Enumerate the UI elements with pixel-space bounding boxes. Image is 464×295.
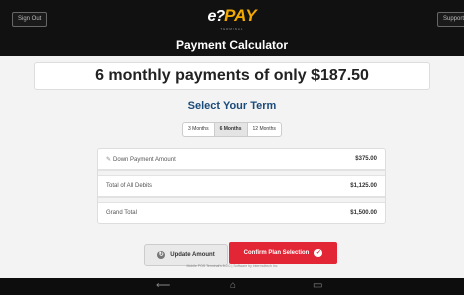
row-label: Grand Total xyxy=(106,210,137,216)
top-bar: Sign Out e?PAY TERMINAL Support Payment … xyxy=(0,0,464,56)
payment-summary: 6 monthly payments of only $187.50 xyxy=(34,62,430,90)
logo-subtitle: TERMINAL xyxy=(220,27,244,31)
table-row-grand-total: Grand Total $1,500.00 xyxy=(98,203,385,223)
confirm-plan-button[interactable]: Confirm Plan Selection ✓ xyxy=(229,242,337,264)
table-row-down-payment[interactable]: ✎ Down Payment Amount $375.00 xyxy=(98,149,385,170)
term-option-12-months[interactable]: 12 Months xyxy=(248,123,281,136)
confirm-plan-label: Confirm Plan Selection xyxy=(243,250,310,256)
support-button[interactable]: Support xyxy=(436,12,464,27)
term-title: Select Your Term xyxy=(187,100,277,112)
footer-text: Mobile POS Terminal's 5.0.0 | Software b… xyxy=(186,264,278,268)
row-label: Total of All Debits xyxy=(106,183,153,189)
update-amount-label: Update Amount xyxy=(170,252,215,258)
logo-mark: e? xyxy=(207,8,225,25)
row-value: $1,125.00 xyxy=(350,183,377,189)
row-label: Down Payment Amount xyxy=(113,156,176,163)
row-value: $1,500.00 xyxy=(350,210,377,216)
check-icon: ✓ xyxy=(314,249,323,257)
refresh-icon: ↻ xyxy=(157,251,166,259)
row-value: $375.00 xyxy=(355,156,377,162)
term-selector: 3 Months 6 Months 12 Months xyxy=(182,122,282,137)
term-option-6-months[interactable]: 6 Months xyxy=(214,123,248,136)
pencil-icon: ✎ xyxy=(106,156,112,163)
home-icon[interactable]: ⌂ xyxy=(230,280,236,292)
recent-apps-icon[interactable]: ▭ xyxy=(313,280,322,292)
app-logo: e?PAY xyxy=(0,6,464,26)
term-option-3-months[interactable]: 3 Months xyxy=(183,123,215,136)
page-title: Payment Calculator xyxy=(175,38,289,52)
logo-text: PAY xyxy=(224,6,257,25)
android-nav-bar: ⟵ ⌂ ▭ xyxy=(0,278,464,295)
payment-table: ✎ Down Payment Amount $375.00 Total of Al… xyxy=(97,148,386,224)
row-label-wrapper: ✎ Down Payment Amount xyxy=(106,156,176,163)
main-content: 6 monthly payments of only $187.50 Selec… xyxy=(0,56,464,278)
update-amount-button[interactable]: ↻ Update Amount xyxy=(144,244,228,266)
table-row-total-debits: Total of All Debits $1,125.00 xyxy=(98,176,385,197)
back-icon[interactable]: ⟵ xyxy=(156,280,170,292)
